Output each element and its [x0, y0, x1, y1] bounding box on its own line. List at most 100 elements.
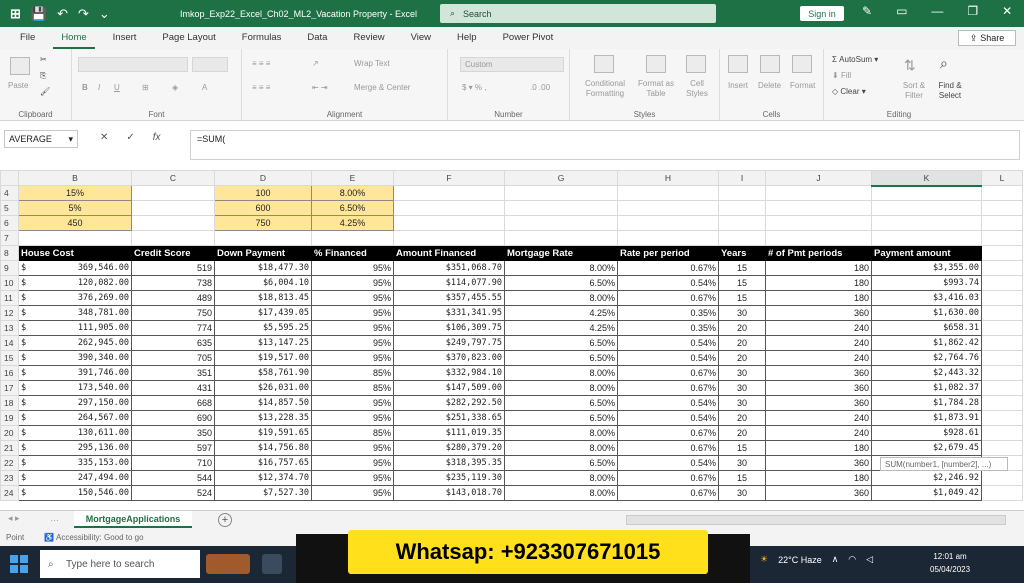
input-cell[interactable] [214, 230, 312, 246]
fin-cell[interactable]: 95% [311, 410, 394, 426]
row-header[interactable]: 5 [0, 200, 19, 216]
accessibility-status[interactable]: ♿ Accessibility: Good to go [44, 533, 143, 542]
row-header[interactable]: 21 [0, 440, 19, 456]
house-cost-cell[interactable]: $247,494.00 [18, 470, 132, 486]
copy-icon[interactable]: ⎘ [40, 71, 46, 81]
cell[interactable] [981, 245, 1023, 261]
insert-cells-button[interactable]: Insert [728, 81, 748, 90]
row-header[interactable]: 9 [0, 260, 19, 276]
cell[interactable] [981, 335, 1023, 351]
cell[interactable] [981, 230, 1023, 246]
tab-insert[interactable]: Insert [105, 27, 145, 49]
cell[interactable] [393, 185, 505, 201]
fin-cell[interactable]: 95% [311, 485, 394, 501]
cell[interactable] [131, 230, 215, 246]
column-header[interactable]: G [504, 170, 618, 186]
fin-cell[interactable]: 95% [311, 335, 394, 351]
score-cell[interactable]: 710 [131, 455, 215, 471]
share-button[interactable]: ⇪ Share [958, 30, 1016, 46]
amt-cell[interactable]: $111,019.35 [393, 425, 505, 441]
table-header-cell[interactable]: Years [718, 245, 766, 261]
rpp-cell[interactable]: 0.67% [617, 290, 719, 306]
table-header-cell[interactable]: Credit Score [131, 245, 215, 261]
restore-button[interactable]: ❐ [967, 4, 978, 18]
pmts-cell[interactable]: 240 [765, 335, 872, 351]
cell[interactable] [981, 305, 1023, 321]
pay-cell[interactable]: $1,862.42 [871, 335, 982, 351]
rate-cell[interactable]: 8.00% [504, 290, 618, 306]
score-cell[interactable]: 524 [131, 485, 215, 501]
number-format-select[interactable]: Custom [460, 57, 564, 72]
format-as-table-button[interactable]: Format as Table [634, 79, 678, 99]
pay-cell[interactable]: $1,082.37 [871, 380, 982, 396]
column-header[interactable]: C [131, 170, 215, 186]
merge-center-button[interactable]: Merge & Center [354, 83, 410, 92]
fin-cell[interactable]: 95% [311, 275, 394, 291]
sign-in-button[interactable]: Sign in [800, 6, 844, 21]
cell[interactable] [617, 215, 719, 231]
cell[interactable] [871, 230, 982, 246]
format-painter-icon[interactable]: 🖌 [40, 87, 50, 96]
borders-icon[interactable]: ⊞ [142, 83, 149, 92]
amt-cell[interactable]: $106,309.75 [393, 320, 505, 336]
row-header[interactable]: 19 [0, 410, 19, 426]
cell[interactable] [504, 185, 618, 201]
input-cell[interactable] [18, 230, 132, 246]
yrs-cell[interactable]: 30 [718, 365, 766, 381]
format-cells-icon[interactable] [792, 55, 812, 73]
cell[interactable] [393, 200, 505, 216]
down-cell[interactable]: $13,228.35 [214, 410, 312, 426]
cell[interactable] [718, 185, 766, 201]
rpp-cell[interactable]: 0.67% [617, 260, 719, 276]
rate-cell[interactable]: 8.00% [504, 470, 618, 486]
find-select-button[interactable]: Find & Select [932, 81, 968, 101]
row-header[interactable]: 16 [0, 365, 19, 381]
pmts-cell[interactable]: 180 [765, 440, 872, 456]
yrs-cell[interactable]: 30 [718, 455, 766, 471]
cell-styles-icon[interactable] [686, 55, 706, 73]
amt-cell[interactable]: $331,341.95 [393, 305, 505, 321]
accounting-format-icon[interactable]: $ ▾ % , [462, 83, 486, 92]
conditional-formatting-button[interactable]: Conditional Formatting [576, 79, 634, 99]
table-header-cell[interactable]: Down Payment [214, 245, 312, 261]
score-cell[interactable]: 750 [131, 305, 215, 321]
row-header[interactable]: 20 [0, 425, 19, 441]
cell[interactable] [981, 425, 1023, 441]
yrs-cell[interactable]: 20 [718, 410, 766, 426]
insert-function-icon[interactable]: fx [153, 132, 161, 143]
pmts-cell[interactable]: 360 [765, 485, 872, 501]
input-cell[interactable]: 6.50% [311, 200, 394, 216]
cell[interactable] [981, 290, 1023, 306]
conditional-formatting-icon[interactable] [594, 55, 614, 73]
row-header[interactable]: 12 [0, 305, 19, 321]
customize-toolbar-icon[interactable]: ⌄ [99, 6, 110, 22]
cell[interactable] [981, 260, 1023, 276]
score-cell[interactable]: 705 [131, 350, 215, 366]
down-cell[interactable]: $7,527.30 [214, 485, 312, 501]
cell[interactable] [765, 215, 872, 231]
table-header-cell[interactable]: Mortgage Rate [504, 245, 618, 261]
yrs-cell[interactable]: 20 [718, 335, 766, 351]
pay-cell[interactable]: $658.31 [871, 320, 982, 336]
input-cell[interactable]: 100 [214, 185, 312, 201]
yrs-cell[interactable]: 15 [718, 470, 766, 486]
rpp-cell[interactable]: 0.54% [617, 395, 719, 411]
down-cell[interactable]: $19,517.00 [214, 350, 312, 366]
house-cost-cell[interactable]: $390,340.00 [18, 350, 132, 366]
pmts-cell[interactable]: 360 [765, 455, 872, 471]
column-header[interactable]: I [718, 170, 766, 186]
rate-cell[interactable]: 4.25% [504, 305, 618, 321]
amt-cell[interactable]: $235,119.30 [393, 470, 505, 486]
undo-icon[interactable]: ↶ [57, 6, 68, 22]
yrs-cell[interactable]: 15 [718, 260, 766, 276]
column-header[interactable]: D [214, 170, 312, 186]
bold-button[interactable]: B [82, 83, 88, 92]
tab-help[interactable]: Help [449, 27, 485, 49]
task-view-icon[interactable] [262, 554, 282, 574]
row-header[interactable]: 10 [0, 275, 19, 291]
weather-text[interactable]: 22°C Haze [778, 555, 822, 565]
rpp-cell[interactable]: 0.54% [617, 455, 719, 471]
font-name-select[interactable] [78, 57, 188, 72]
rpp-cell[interactable]: 0.54% [617, 335, 719, 351]
row-header[interactable]: 8 [0, 245, 19, 261]
